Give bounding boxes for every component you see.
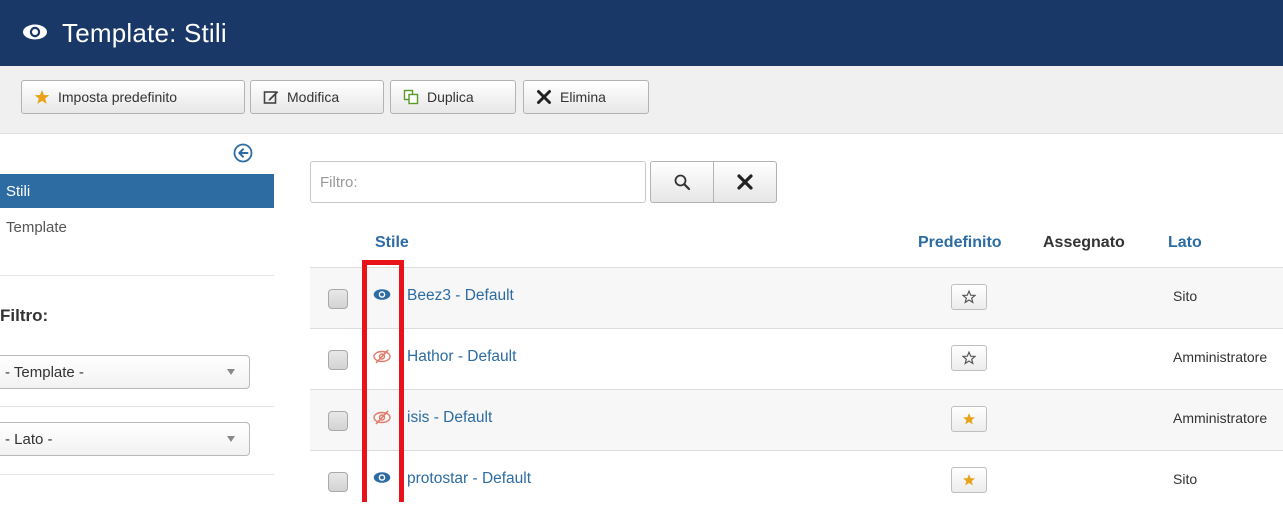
highlight-box (362, 260, 404, 502)
sidebar-item-label: Template (6, 218, 67, 236)
row-checkbox[interactable] (328, 289, 348, 309)
column-header-style[interactable]: Stile (375, 234, 409, 252)
clear-search-button[interactable] (713, 161, 777, 203)
search-input[interactable]: Filtro: (310, 161, 646, 203)
column-header-assigned: Assegnato (1043, 234, 1125, 251)
set-default-star-button[interactable] (951, 284, 987, 310)
table-row: Beez3 - Default Sito (310, 268, 1283, 328)
delete-label: Elimina (560, 89, 606, 105)
table-row: protostar - Default Sito (310, 451, 1283, 511)
style-name-link[interactable]: Hathor - Default (407, 348, 516, 366)
eye-icon (23, 24, 47, 40)
side-value: Amministratore (1173, 349, 1268, 365)
toolbar: Imposta predefinito Modifica Duplica Eli… (0, 66, 1283, 134)
copy-icon (403, 89, 419, 105)
style-name-link[interactable]: protostar - Default (407, 470, 531, 488)
search-button[interactable] (650, 161, 714, 203)
star-icon (962, 474, 976, 486)
star-icon (962, 413, 976, 425)
row-checkbox[interactable] (328, 411, 348, 431)
sidebar: Stili Template Filtro: - Template - - La… (0, 134, 274, 502)
arrow-left-circle-icon[interactable] (233, 143, 253, 163)
divider (0, 275, 274, 276)
edit-icon (263, 91, 279, 104)
side-value: Sito (1173, 471, 1198, 487)
default-star-button[interactable] (951, 467, 987, 493)
caret-down-icon (227, 369, 235, 375)
template-select[interactable]: - Template - (0, 355, 250, 389)
duplicate-label: Duplica (427, 89, 474, 105)
filter-title: Filtro: (0, 306, 49, 325)
duplicate-button[interactable]: Duplica (390, 80, 516, 114)
delete-button[interactable]: Elimina (523, 80, 649, 114)
edit-label: Modifica (287, 89, 340, 105)
set-default-star-button[interactable] (951, 345, 987, 371)
side-value: Sito (1173, 288, 1198, 304)
column-header-default[interactable]: Predefinito (918, 234, 1002, 252)
page-header: Template: Stili (0, 0, 1283, 66)
star-icon (34, 90, 50, 104)
side-select[interactable]: - Lato - (0, 422, 250, 456)
divider (0, 474, 274, 475)
row-checkbox[interactable] (328, 350, 348, 370)
style-name-link[interactable]: Beez3 - Default (407, 287, 514, 305)
table-row: Hathor - Default Amministratore (310, 329, 1283, 389)
default-star-button[interactable] (951, 406, 987, 432)
set-default-button[interactable]: Imposta predefinito (21, 80, 245, 114)
star-outline-icon (962, 290, 976, 304)
search-icon (674, 174, 691, 191)
caret-down-icon (227, 436, 235, 442)
edit-button[interactable]: Modifica (250, 80, 384, 114)
star-outline-icon (962, 351, 976, 365)
template-select-value: - Template - (5, 363, 84, 381)
row-checkbox[interactable] (328, 472, 348, 492)
sidebar-item-templates[interactable]: Template (0, 212, 274, 242)
side-value: Amministratore (1173, 410, 1268, 426)
sidebar-item-label: Stili (6, 182, 31, 200)
search-placeholder: Filtro: (320, 173, 358, 191)
style-name-link[interactable]: isis - Default (407, 409, 492, 427)
divider (0, 406, 274, 407)
close-icon (537, 90, 551, 104)
column-header-side[interactable]: Lato (1168, 234, 1202, 252)
side-select-value: - Lato - (5, 430, 53, 448)
page-title: Template: Stili (62, 17, 227, 48)
close-icon (737, 174, 753, 190)
set-default-label: Imposta predefinito (58, 89, 178, 105)
table-row: isis - Default Amministratore (310, 390, 1283, 450)
sidebar-item-styles[interactable]: Stili (0, 174, 274, 208)
